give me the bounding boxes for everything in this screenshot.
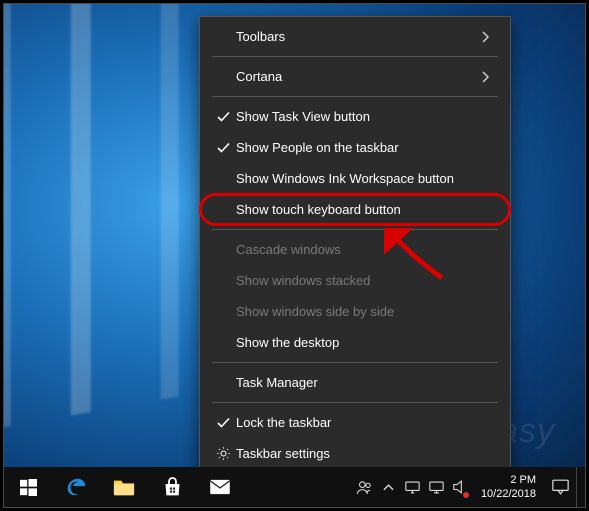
menu-label: Cascade windows	[236, 242, 496, 257]
check-icon	[210, 417, 236, 429]
windows-icon	[20, 479, 37, 496]
menu-label: Show windows side by side	[236, 304, 496, 319]
taskbar-app-edge[interactable]	[52, 467, 100, 507]
taskbar-app-explorer[interactable]	[100, 467, 148, 507]
menu-item-cortana[interactable]: Cortana	[200, 61, 510, 92]
network-icon[interactable]	[425, 467, 449, 507]
chevron-right-icon	[482, 31, 496, 43]
menu-label: Task Manager	[236, 375, 496, 390]
mail-icon	[209, 479, 231, 495]
menu-item-show-desktop[interactable]: Show the desktop	[200, 327, 510, 358]
menu-separator	[212, 229, 498, 230]
menu-item-task-manager[interactable]: Task Manager	[200, 367, 510, 398]
menu-label: Show windows stacked	[236, 273, 496, 288]
taskbar-app-mail[interactable]	[196, 467, 244, 507]
show-desktop-button[interactable]	[576, 467, 583, 507]
menu-item-cascade: Cascade windows	[200, 234, 510, 265]
menu-item-taskbar-settings[interactable]: Taskbar settings	[200, 438, 510, 469]
system-tray: 2 PM 10/22/2018	[353, 467, 585, 507]
taskbar: 2 PM 10/22/2018	[4, 467, 585, 507]
menu-label: Show People on the taskbar	[236, 140, 496, 155]
store-icon	[162, 477, 183, 498]
check-icon	[210, 142, 236, 154]
menu-item-show-ink[interactable]: Show Windows Ink Workspace button	[200, 163, 510, 194]
menu-item-toolbars[interactable]: Toolbars	[200, 21, 510, 52]
menu-label: Show Task View button	[236, 109, 496, 124]
chevron-right-icon	[482, 71, 496, 83]
menu-label: Lock the taskbar	[236, 415, 496, 430]
taskbar-clock[interactable]: 2 PM 10/22/2018	[473, 473, 544, 501]
menu-item-show-people[interactable]: Show People on the taskbar	[200, 132, 510, 163]
tray-vm-icon[interactable]	[401, 467, 425, 507]
taskbar-app-store[interactable]	[148, 467, 196, 507]
gear-icon	[210, 446, 236, 461]
menu-item-show-task-view[interactable]: Show Task View button	[200, 101, 510, 132]
menu-label: Show the desktop	[236, 335, 496, 350]
clock-time: 2 PM	[481, 473, 536, 487]
menu-separator	[212, 96, 498, 97]
people-icon[interactable]	[353, 467, 377, 507]
menu-separator	[212, 402, 498, 403]
volume-muted-indicator	[463, 492, 469, 498]
menu-item-show-touch-keyboard[interactable]: Show touch keyboard button	[200, 194, 510, 225]
menu-item-stacked: Show windows stacked	[200, 265, 510, 296]
tray-chevron-up-icon[interactable]	[377, 467, 401, 507]
menu-separator	[212, 362, 498, 363]
clock-date: 10/22/2018	[481, 487, 536, 501]
menu-label: Cortana	[236, 69, 482, 84]
menu-label: Show touch keyboard button	[236, 202, 496, 217]
volume-icon[interactable]	[449, 467, 473, 507]
menu-label: Show Windows Ink Workspace button	[236, 171, 496, 186]
menu-item-lock-taskbar[interactable]: Lock the taskbar	[200, 407, 510, 438]
action-center-icon[interactable]	[544, 467, 576, 507]
folder-icon	[113, 477, 135, 497]
menu-label: Toolbars	[236, 29, 482, 44]
check-icon	[210, 111, 236, 123]
taskbar-context-menu: Toolbars Cortana Show Task View button	[199, 16, 511, 474]
menu-separator	[212, 56, 498, 57]
menu-item-side-by-side: Show windows side by side	[200, 296, 510, 327]
menu-label: Taskbar settings	[236, 446, 496, 461]
start-button[interactable]	[4, 467, 52, 507]
edge-icon	[65, 476, 87, 498]
